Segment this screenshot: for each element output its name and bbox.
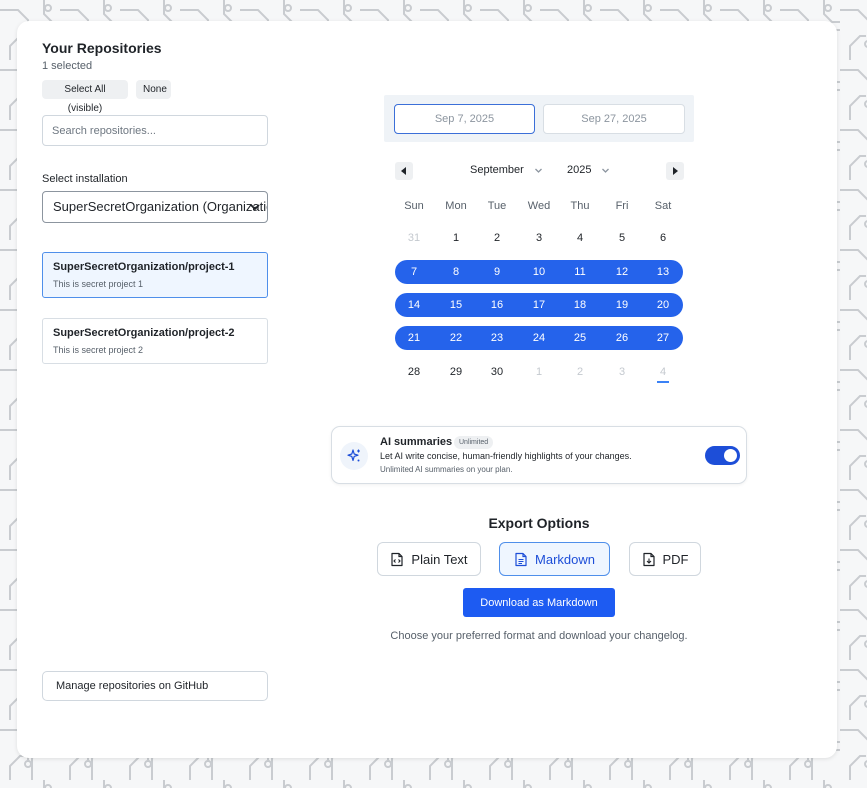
installation-value: SuperSecretOrganization (Organization) bbox=[53, 199, 268, 214]
calendar-day[interactable]: 19 bbox=[607, 295, 637, 315]
calendar-day[interactable]: 18 bbox=[565, 295, 595, 315]
ai-summaries-note: Unlimited AI summaries on your plan. bbox=[380, 465, 513, 474]
ai-unlimited-badge: Unlimited bbox=[454, 436, 494, 449]
calendar-day[interactable]: 1 bbox=[524, 362, 554, 382]
pdf-label: PDF bbox=[662, 551, 689, 567]
repo-description: This is secret project 1 bbox=[53, 279, 144, 289]
prev-month-button[interactable] bbox=[395, 162, 413, 180]
plain-text-format-button[interactable]: Plain Text bbox=[377, 542, 481, 576]
select-all-button[interactable]: Select All (visible) bbox=[42, 80, 128, 114]
repo-name: SuperSecretOrganization/project-2 bbox=[53, 327, 235, 339]
calendar-day[interactable]: 4 bbox=[565, 228, 595, 248]
calendar-day[interactable]: 28 bbox=[399, 362, 429, 382]
file-download-icon bbox=[642, 552, 655, 566]
select-none-button[interactable]: None bbox=[136, 80, 171, 99]
repositories-title: Your Repositories bbox=[42, 40, 162, 56]
calendar-day[interactable]: 23 bbox=[482, 328, 512, 348]
month-value: September bbox=[470, 164, 524, 176]
calendar-day[interactable]: 6 bbox=[648, 228, 678, 248]
document-icon bbox=[515, 552, 527, 566]
calendar-day[interactable]: 16 bbox=[482, 295, 512, 315]
sparkle-icon bbox=[347, 449, 360, 462]
calendar-day[interactable]: 31 bbox=[399, 228, 429, 248]
calendar-day[interactable]: 29 bbox=[441, 362, 471, 382]
calendar-day[interactable]: 1 bbox=[441, 228, 471, 248]
chevron-down-icon bbox=[250, 204, 260, 211]
calendar-day[interactable]: 25 bbox=[565, 328, 595, 348]
repo-item-project-1[interactable]: SuperSecretOrganization/project-1 This i… bbox=[42, 252, 268, 298]
ai-summaries-title: AI summaries bbox=[380, 436, 453, 448]
weekday-sun: Sun bbox=[404, 200, 424, 212]
calendar-day[interactable]: 30 bbox=[482, 362, 512, 382]
weekday-sat: Sat bbox=[654, 200, 672, 212]
markdown-label: Markdown bbox=[535, 551, 595, 567]
download-button[interactable]: Download as Markdown bbox=[463, 588, 615, 617]
code-file-icon bbox=[391, 552, 404, 566]
calendar-day[interactable]: 15 bbox=[441, 295, 471, 315]
calendar-day[interactable]: 21 bbox=[399, 328, 429, 348]
chevron-down-icon bbox=[534, 168, 542, 173]
calendar-day[interactable]: 9 bbox=[482, 262, 512, 282]
weekday-tue: Tue bbox=[487, 200, 507, 212]
repo-description: This is secret project 2 bbox=[53, 345, 144, 355]
caret-left-icon bbox=[401, 167, 406, 175]
calendar-day[interactable]: 22 bbox=[441, 328, 471, 348]
start-date-field[interactable]: Sep 7, 2025 bbox=[394, 104, 535, 134]
calendar-day[interactable]: 20 bbox=[648, 295, 678, 315]
toggle-knob bbox=[724, 449, 737, 462]
ai-sparkle-icon bbox=[340, 442, 368, 470]
plain-text-label: Plain Text bbox=[411, 551, 468, 567]
year-value: 2025 bbox=[567, 164, 592, 176]
calendar-day[interactable]: 12 bbox=[607, 262, 637, 282]
repo-name: SuperSecretOrganization/project-1 bbox=[53, 261, 235, 273]
calendar-day[interactable]: 26 bbox=[607, 328, 637, 348]
calendar-day[interactable]: 5 bbox=[607, 228, 637, 248]
ai-summaries-description: Let AI write concise, human-friendly hig… bbox=[380, 451, 632, 461]
export-hint: Choose your preferred format and downloa… bbox=[390, 630, 688, 642]
calendar-day[interactable]: 14 bbox=[399, 295, 429, 315]
month-select[interactable]: September bbox=[470, 164, 543, 176]
calendar-day[interactable]: 3 bbox=[524, 228, 554, 248]
repo-item-project-2[interactable]: SuperSecretOrganization/project-2 This i… bbox=[42, 318, 268, 364]
next-month-button[interactable] bbox=[666, 162, 684, 180]
end-date-field[interactable]: Sep 27, 2025 bbox=[543, 104, 685, 134]
calendar-day-today[interactable]: 4 bbox=[648, 362, 678, 382]
weekday-fri: Fri bbox=[615, 200, 629, 212]
calendar-day-range-start[interactable]: 7 bbox=[399, 262, 429, 282]
calendar-day[interactable]: 24 bbox=[524, 328, 554, 348]
calendar-day[interactable]: 17 bbox=[524, 295, 554, 315]
weekday-mon: Mon bbox=[445, 200, 467, 212]
year-select[interactable]: 2025 bbox=[567, 164, 610, 176]
chevron-down-icon bbox=[602, 168, 610, 173]
markdown-format-button[interactable]: Markdown bbox=[499, 542, 610, 576]
caret-right-icon bbox=[673, 167, 678, 175]
calendar-day[interactable]: 11 bbox=[565, 262, 595, 282]
calendar-day[interactable]: 2 bbox=[482, 228, 512, 248]
calendar-day[interactable]: 2 bbox=[565, 362, 595, 382]
selected-count: 1 selected bbox=[42, 60, 93, 72]
calendar-day[interactable]: 10 bbox=[524, 262, 554, 282]
calendar-day-range-end[interactable]: 27 bbox=[648, 328, 678, 348]
weekday-wed: Wed bbox=[527, 200, 551, 212]
pdf-format-button[interactable]: PDF bbox=[629, 542, 701, 576]
today-indicator bbox=[657, 381, 669, 383]
weekday-thu: Thu bbox=[570, 200, 590, 212]
ai-summaries-toggle[interactable] bbox=[705, 446, 740, 465]
installation-select[interactable]: SuperSecretOrganization (Organization) bbox=[42, 191, 268, 223]
export-options-title: Export Options bbox=[488, 515, 590, 531]
manage-repositories-button[interactable]: Manage repositories on GitHub bbox=[42, 671, 268, 701]
calendar-day[interactable]: 8 bbox=[441, 262, 471, 282]
installation-label: Select installation bbox=[42, 173, 128, 185]
search-repositories-input[interactable] bbox=[42, 115, 268, 146]
calendar-day[interactable]: 3 bbox=[607, 362, 637, 382]
calendar-day[interactable]: 13 bbox=[648, 262, 678, 282]
